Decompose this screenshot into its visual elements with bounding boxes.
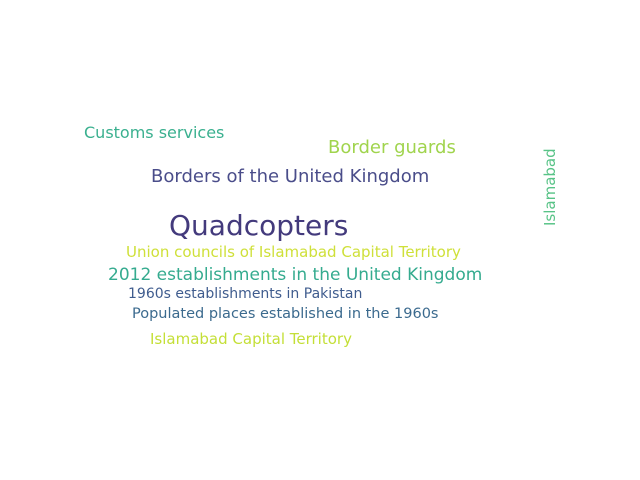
word-border-guards: Border guards — [328, 137, 456, 158]
word-islamabad-capital-territory: Islamabad Capital Territory — [150, 330, 352, 348]
word-1960s-establishments-in-pakistan: 1960s establishments in Pakistan — [128, 286, 363, 302]
word-islamabad: Islamabad — [541, 148, 559, 226]
word-cloud: Customs services Border guards Islamabad… — [0, 0, 640, 480]
word-2012-establishments-in-the-united-kingdom: 2012 establishments in the United Kingdo… — [108, 265, 483, 285]
word-quadcopters: Quadcopters — [169, 209, 349, 242]
word-union-councils-of-islamabad-capital-territory: Union councils of Islamabad Capital Terr… — [126, 243, 461, 261]
word-borders-of-the-united-kingdom: Borders of the United Kingdom — [151, 166, 430, 187]
word-customs-services: Customs services — [84, 123, 225, 142]
word-populated-places-established-in-the-1960s: Populated places established in the 1960… — [132, 306, 439, 322]
